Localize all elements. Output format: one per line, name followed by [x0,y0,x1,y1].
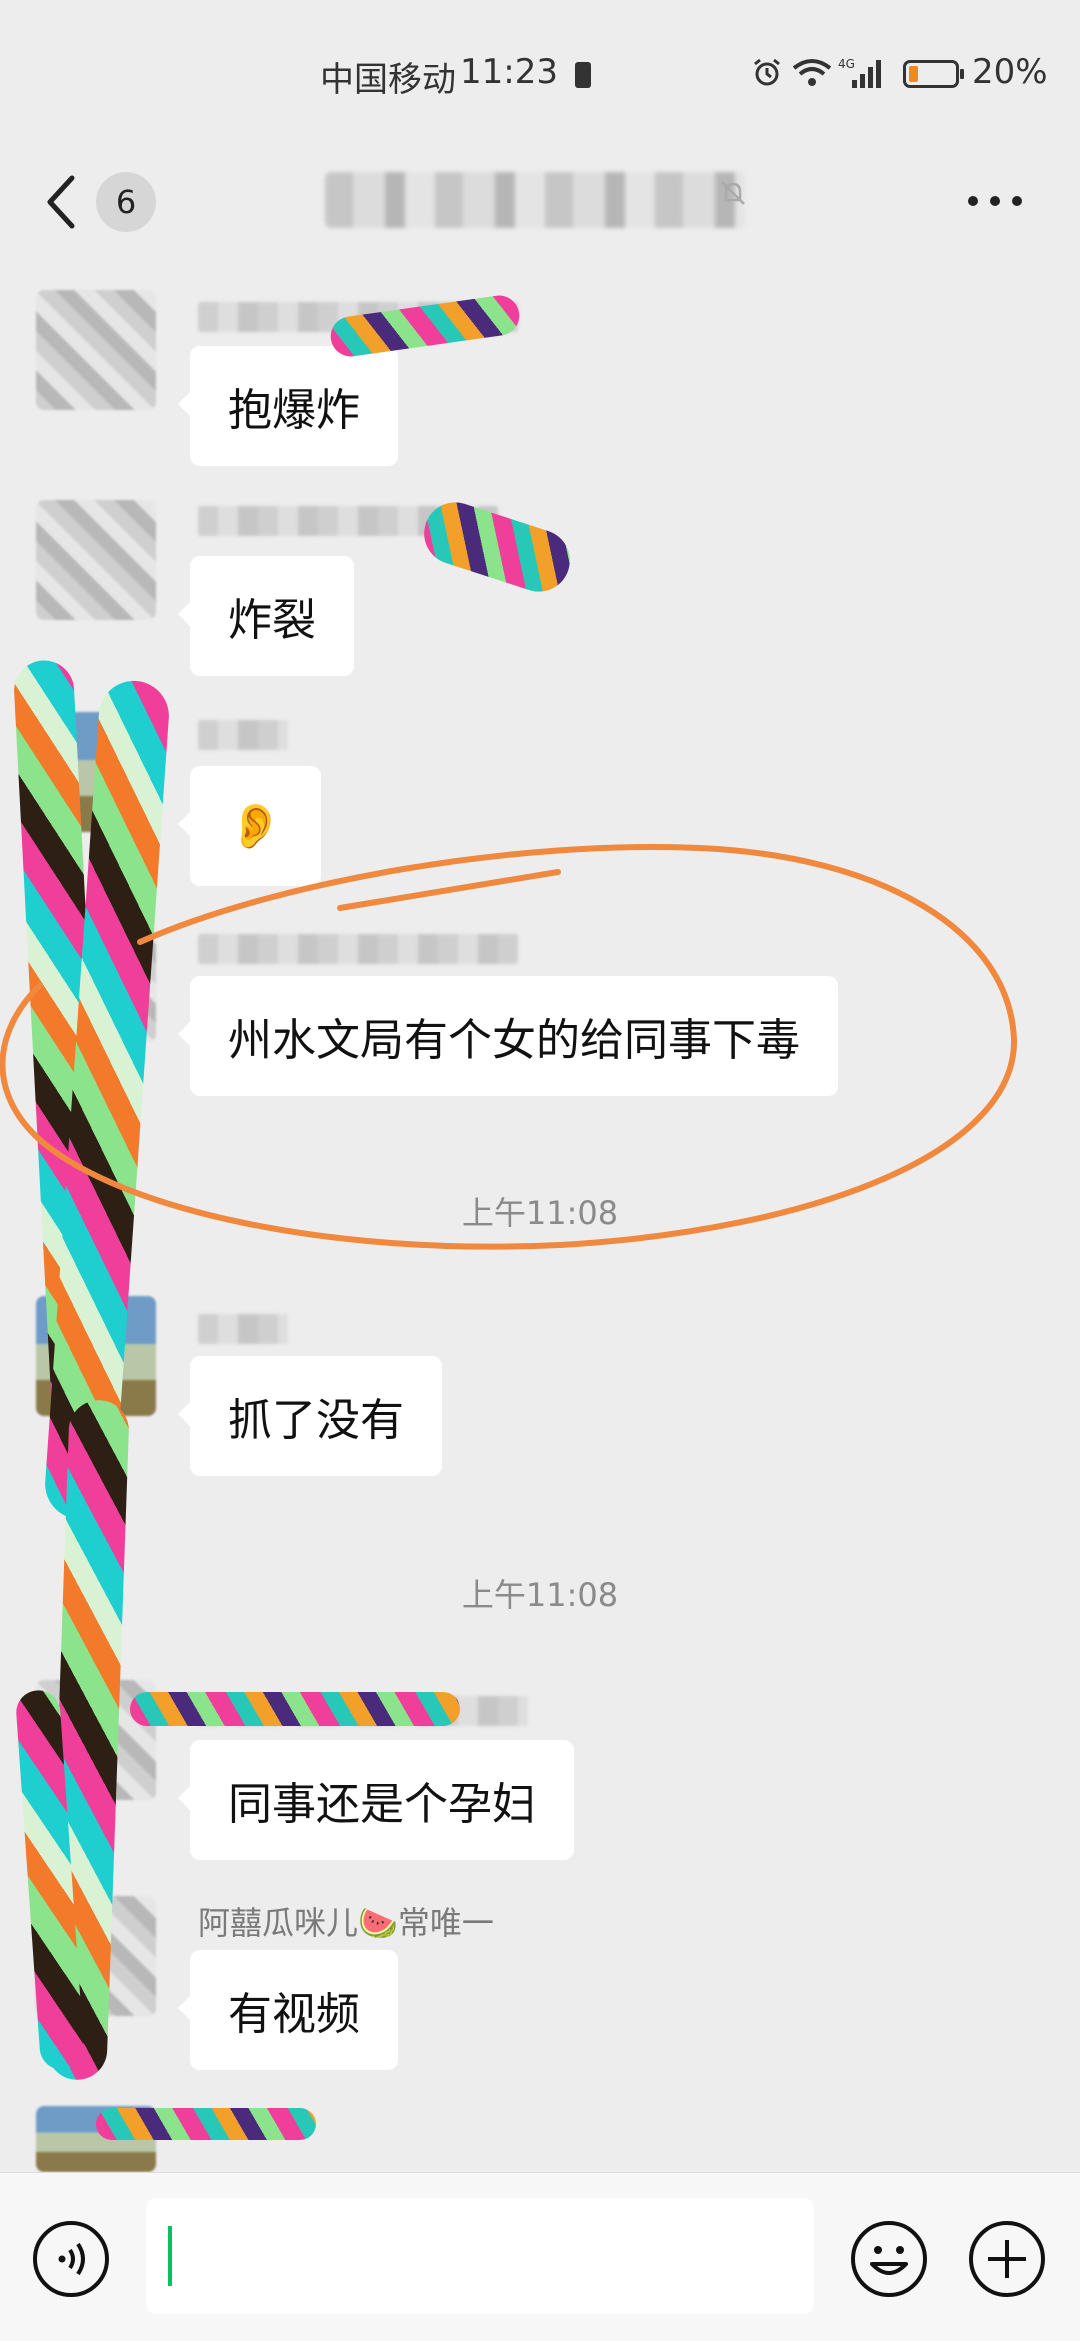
message-bubble[interactable]: 同事还是个孕妇 [178,1740,574,1860]
redaction-doodle [96,2108,316,2140]
message-bubble[interactable]: 炸裂 [178,556,354,676]
back-icon[interactable] [42,172,82,232]
message-bubble[interactable]: 有视频 [178,1950,398,2070]
battery-percent: 20% [972,52,1048,92]
sender-name: 阿囍瓜咪儿🍉常唯一 [198,1904,494,1942]
carrier-name: 中国移动 [320,60,456,100]
message-bubble[interactable]: 抱爆炸 [178,346,398,466]
sender-name-redacted [198,1314,288,1344]
unread-count-badge[interactable]: 6 [96,172,156,232]
chat-title-redacted[interactable] [325,172,745,228]
svg-text:4G: 4G [838,57,855,71]
more-icon[interactable] [968,196,1024,208]
annotation-circle [0,843,1018,1250]
plus-icon[interactable] [968,2220,1046,2298]
battery-fill [909,66,918,82]
avatar[interactable] [36,290,156,410]
timestamp: 上午11:08 [461,1576,619,1614]
wifi-icon [792,59,832,86]
message-text: 有视频 [228,1989,360,2040]
sim-icon [575,62,591,88]
status-bar: 中国移动 11:23 4G 20% [0,0,1080,150]
voice-icon[interactable] [32,2220,110,2298]
battery-icon [903,60,964,88]
mute-icon [721,181,745,205]
avatar[interactable] [36,500,156,620]
status-time: 11:23 [460,52,558,92]
sender-name-redacted [198,720,288,750]
emoji-icon[interactable] [850,2220,928,2298]
message-text: 抓了没有 [228,1395,404,1446]
signal-icon: 4G [838,57,881,88]
message-bubble[interactable]: 抓了没有 [178,1356,442,1476]
message-text: 炸裂 [228,595,316,646]
message-text: 同事还是个孕妇 [228,1779,536,1830]
alarm-icon [754,58,780,86]
message-text: 抱爆炸 [228,385,360,436]
text-caret [168,2226,172,2286]
redaction-doodle [130,1692,460,1726]
message-input[interactable] [146,2198,814,2314]
